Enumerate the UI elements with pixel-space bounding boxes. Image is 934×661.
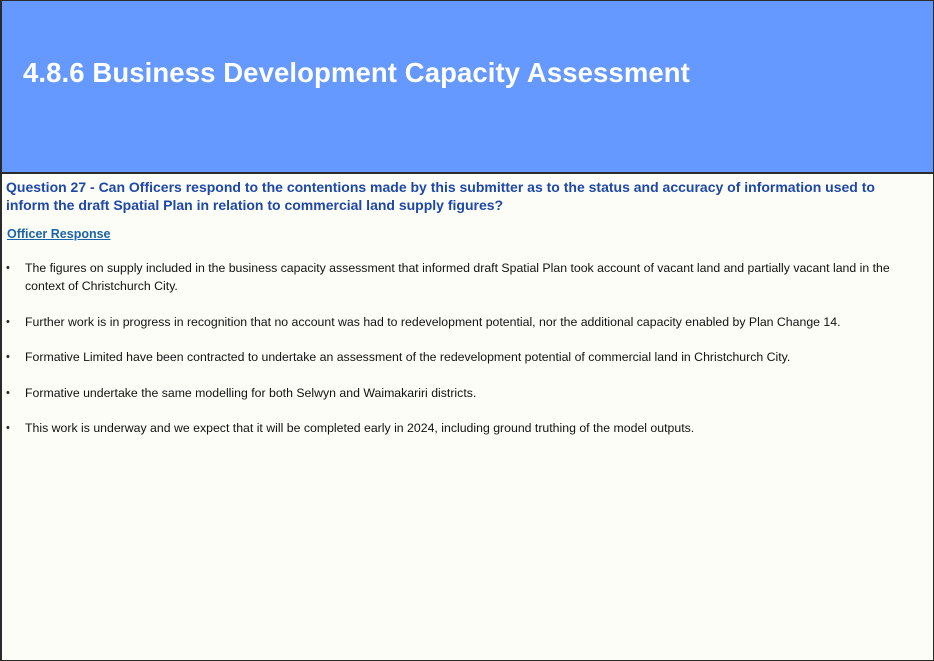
question-text: Question 27 - Can Officers respond to th… xyxy=(6,179,875,213)
bullet-item: • Formative Limited have been contracted… xyxy=(6,348,919,366)
title-band: 4.8.6 Business Development Capacity Asse… xyxy=(2,1,933,174)
bullet-item: • The figures on supply included in the … xyxy=(6,259,919,295)
bullet-text: Formative Limited have been contracted t… xyxy=(25,350,791,364)
officer-response-heading: Officer Response xyxy=(7,227,111,241)
slide-title: 4.8.6 Business Development Capacity Asse… xyxy=(23,57,690,88)
bullet-icon: • xyxy=(6,262,10,274)
slide: 4.8.6 Business Development Capacity Asse… xyxy=(0,0,934,661)
bullet-item: • Further work is in progress in recogni… xyxy=(6,313,919,331)
bullet-text: Further work is in progress in recogniti… xyxy=(25,314,841,329)
bullet-icon: • xyxy=(6,351,10,363)
bullet-icon: • xyxy=(6,386,10,399)
bullet-icon: • xyxy=(6,315,10,328)
bullet-item: • Formative undertake the same modelling… xyxy=(6,384,919,402)
bullet-text: This work is underway and we expect that… xyxy=(25,421,695,435)
bullet-icon: • xyxy=(6,422,10,434)
response-bullet-list: • The figures on supply included in the … xyxy=(6,259,919,437)
bullet-text: The figures on supply included in the bu… xyxy=(25,261,890,293)
bullet-text: Formative undertake the same modelling f… xyxy=(25,385,477,400)
slide-content: Question 27 - Can Officers respond to th… xyxy=(6,178,919,455)
bullet-item: • This work is underway and we expect th… xyxy=(6,419,919,437)
